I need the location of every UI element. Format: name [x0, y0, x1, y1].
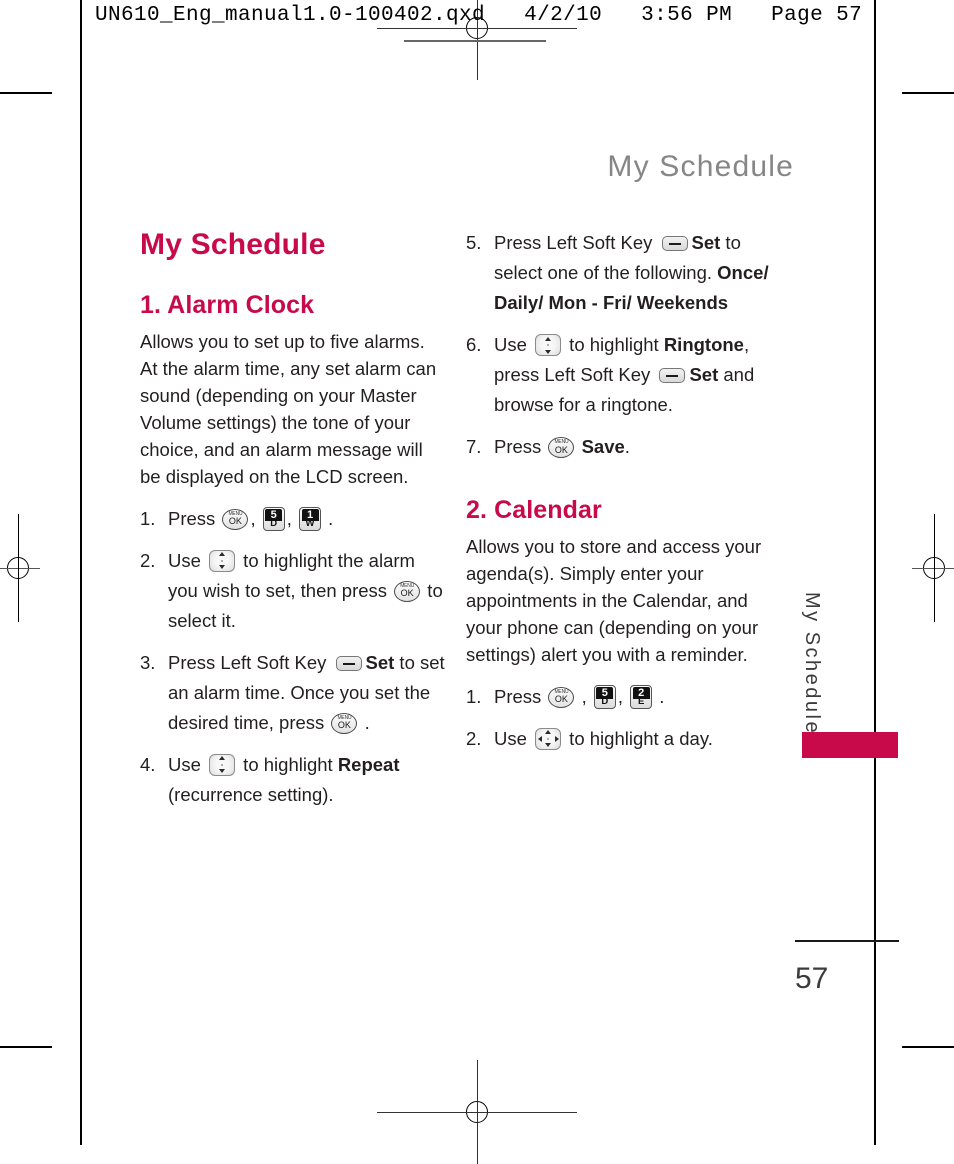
step-number: 2. — [466, 727, 482, 749]
menu-ok-key-icon: MENU OK — [331, 712, 358, 734]
page-trim-line-left — [80, 0, 82, 1145]
step-emphasis: Set — [365, 651, 395, 673]
step-number: 1. — [466, 685, 482, 707]
numeric-key-2-icon: 2E — [630, 684, 653, 709]
menu-ok-key-icon: MENU OK — [548, 686, 575, 708]
print-header-underline — [404, 40, 546, 42]
step-emphasis: Set — [691, 232, 721, 253]
page-trim-line-right — [874, 0, 876, 1145]
step-emphasis: Set — [689, 364, 719, 385]
left-column: My Schedule 1. Alarm Clock Allows you to… — [140, 228, 446, 822]
menu-ok-key-icon: MENU OK — [222, 508, 249, 530]
side-tab-label: My Schedule — [801, 592, 823, 736]
registration-mark-left — [0, 514, 40, 622]
folio-rule — [795, 940, 899, 942]
calendar-intro: Allows you to store and access your agen… — [466, 535, 762, 665]
step-number: 2. — [140, 549, 156, 571]
step-emphasis: Save — [581, 436, 625, 457]
step-item: 6. Use to highlight Ringtone, press Left … — [466, 330, 772, 420]
calendar-step-list: 1. Press MENU OK , 5D, 2E . 2. Use to highli… — [466, 682, 772, 754]
step-emphasis: Once/ Daily/ Mon - Fri/ Weekends — [494, 262, 769, 313]
step-number: 6. — [466, 334, 482, 355]
step-emphasis: Repeat — [337, 753, 400, 775]
numeric-key-5-icon: 5D — [262, 506, 285, 531]
registration-mark-bottom — [377, 1060, 577, 1164]
section-title-alarm-clock: 1. Alarm Clock — [140, 291, 315, 319]
left-soft-key-icon — [335, 655, 362, 671]
right-column: 5. Press Left Soft Key Set to select one … — [466, 228, 772, 766]
step-item: 7. Press MENU OK Save. — [466, 432, 772, 462]
alarm-clock-step-list-continued: 5. Press Left Soft Key Set to select one … — [466, 228, 772, 462]
crop-mark-bottom-left — [0, 1046, 52, 1048]
step-emphasis: Ringtone — [663, 334, 744, 355]
step-item: 3. Press Left Soft Key Set to set an alar… — [140, 648, 446, 738]
side-tab: My Schedule — [800, 592, 840, 742]
running-head: My Schedule — [607, 150, 794, 183]
step-item: 2. Use to highlight the alarm you wish to… — [140, 546, 446, 636]
step-item: 2. Use to highlight a day. — [466, 724, 772, 754]
left-soft-key-icon — [659, 368, 686, 383]
alarm-clock-intro: Allows you to set up to five alarms. At … — [140, 330, 437, 487]
navigation-pad-updown-icon — [535, 334, 562, 356]
step-number: 5. — [466, 232, 482, 253]
chapter-title: My Schedule — [140, 228, 326, 261]
section-title-calendar: 2. Calendar — [466, 496, 602, 524]
side-tab-bar — [802, 732, 898, 758]
step-item: 5. Press Left Soft Key Set to select one … — [466, 228, 772, 318]
crop-mark-top-right — [902, 92, 954, 94]
alarm-clock-step-list: 1. Press MENU OK, 5D, 1W . 2. Use to highlig… — [140, 504, 446, 810]
step-item: 1. Press MENU OK, 5D, 1W . — [140, 504, 446, 534]
navigation-pad-updown-icon — [209, 549, 236, 572]
menu-ok-key-icon: MENU OK — [548, 437, 575, 458]
step-number: 1. — [140, 507, 156, 529]
crop-mark-bottom-right — [902, 1046, 954, 1048]
step-item: 1. Press MENU OK , 5D, 2E . — [466, 682, 772, 712]
print-file-header: UN610_Eng_manual1.0-100402.qxd 4/2/10 3:… — [95, 4, 863, 27]
left-soft-key-icon — [661, 236, 688, 251]
page-number: 57 — [795, 962, 829, 995]
menu-ok-key-icon: MENU OK — [394, 580, 421, 602]
crop-mark-top-left — [0, 92, 52, 94]
step-number: 4. — [140, 753, 156, 775]
navigation-pad-updown-icon — [209, 753, 236, 776]
numeric-key-5-icon: 5D — [593, 684, 616, 709]
registration-mark-right — [912, 514, 954, 622]
step-number: 3. — [140, 651, 156, 673]
numeric-key-1-icon: 1W — [299, 506, 321, 531]
step-number: 7. — [466, 436, 482, 457]
navigation-pad-4way-icon — [535, 727, 562, 750]
step-item: 4. Use to highlight Repeat (recurrence se… — [140, 750, 446, 810]
